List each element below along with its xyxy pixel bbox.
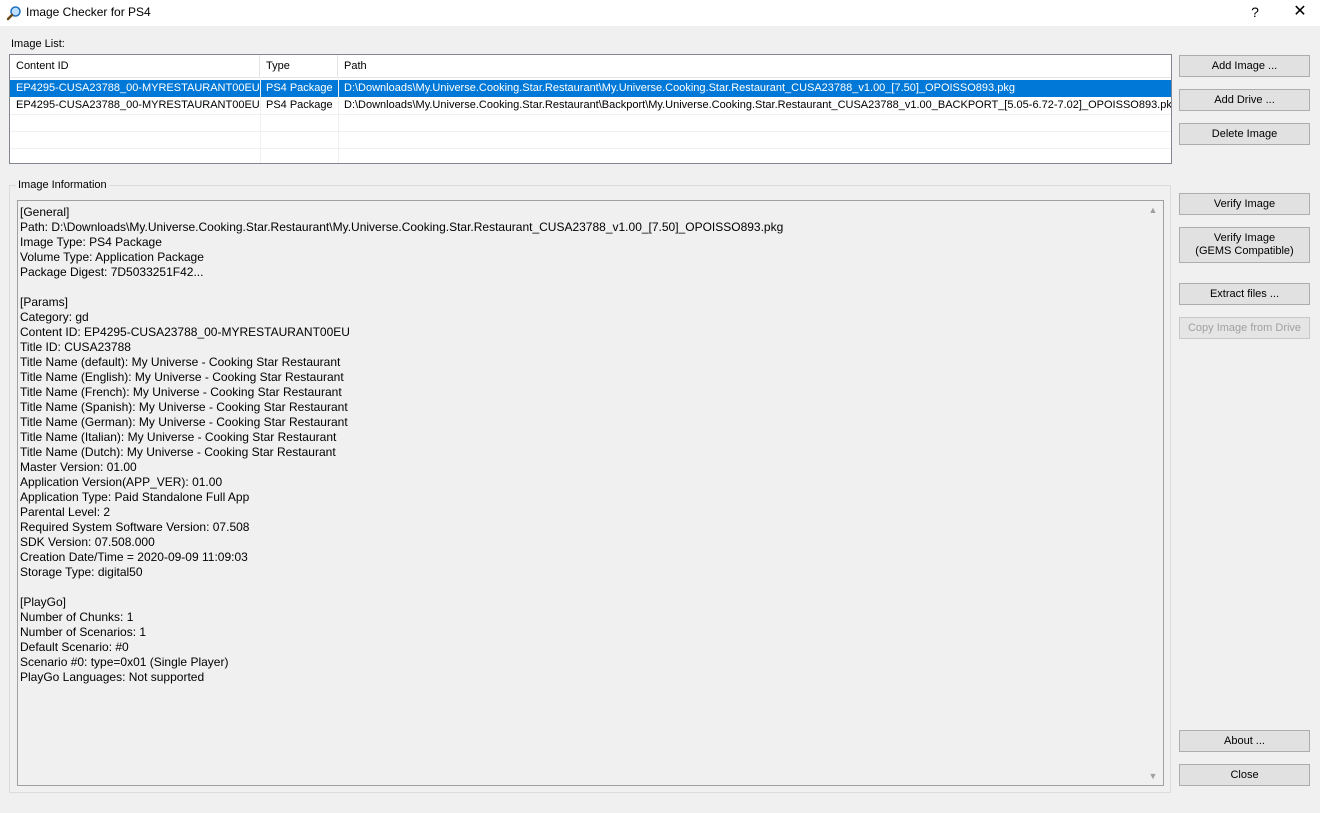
list-header: Content ID Type Path [10, 55, 1171, 78]
type-cell: PS4 Package [266, 99, 333, 111]
copy-image-from-drive-button: Copy Image from Drive [1179, 317, 1310, 339]
close-button[interactable]: Close [1179, 764, 1310, 786]
image-information-text: [General] Path: D:\Downloads\My.Universe… [20, 205, 784, 684]
grid-line [10, 148, 1171, 149]
grid-line [10, 131, 1171, 132]
add-image-button[interactable]: Add Image ... [1179, 55, 1310, 77]
help-button[interactable]: ? [1233, 0, 1277, 26]
scroll-down-arrow-icon[interactable]: ▼ [1146, 771, 1160, 781]
column-header-type[interactable]: Type [260, 55, 338, 77]
image-information-textbox[interactable]: [General] Path: D:\Downloads\My.Universe… [17, 200, 1164, 786]
table-row[interactable]: EP4295-CUSA23788_00-MYRESTAURANT00EU PS4… [10, 80, 1171, 97]
column-header-path[interactable]: Path [338, 55, 1171, 77]
add-drive-button[interactable]: Add Drive ... [1179, 89, 1310, 111]
image-list-label: Image List: [11, 38, 65, 50]
table-row[interactable]: EP4295-CUSA23788_00-MYRESTAURANT00EU PS4… [10, 97, 1171, 114]
magnifier-app-icon [6, 6, 21, 21]
scroll-up-arrow-icon[interactable]: ▲ [1146, 205, 1160, 215]
window-close-button[interactable]: ✕ [1278, 0, 1320, 26]
extract-files-button[interactable]: Extract files ... [1179, 283, 1310, 305]
column-header-content-id[interactable]: Content ID [10, 55, 260, 77]
path-cell: D:\Downloads\My.Universe.Cooking.Star.Re… [344, 82, 1015, 94]
verify-image-gems-line1: Verify Image [1213, 232, 1276, 244]
verify-image-gems-line2: (GEMS Compatible) [1195, 245, 1294, 257]
type-cell: PS4 Package [266, 82, 333, 94]
verify-image-gems-button[interactable]: Verify Image (GEMS Compatible) [1179, 227, 1310, 263]
column-divider [260, 77, 261, 163]
title-bar: Image Checker for PS4 ? ✕ [0, 0, 1320, 26]
column-divider [338, 77, 339, 163]
path-cell: D:\Downloads\My.Universe.Cooking.Star.Re… [344, 99, 1171, 111]
content-id-cell: EP4295-CUSA23788_00-MYRESTAURANT00EU [16, 82, 260, 94]
window-title: Image Checker for PS4 [26, 5, 151, 19]
image-information-label: Image Information [16, 179, 109, 191]
about-button[interactable]: About ... [1179, 730, 1310, 752]
verify-image-button[interactable]: Verify Image [1179, 193, 1310, 215]
content-id-cell: EP4295-CUSA23788_00-MYRESTAURANT00EU [16, 99, 260, 111]
grid-line [10, 114, 1171, 115]
delete-image-button[interactable]: Delete Image [1179, 123, 1310, 145]
image-list[interactable]: Content ID Type Path EP4295-CUSA23788_00… [9, 54, 1172, 164]
